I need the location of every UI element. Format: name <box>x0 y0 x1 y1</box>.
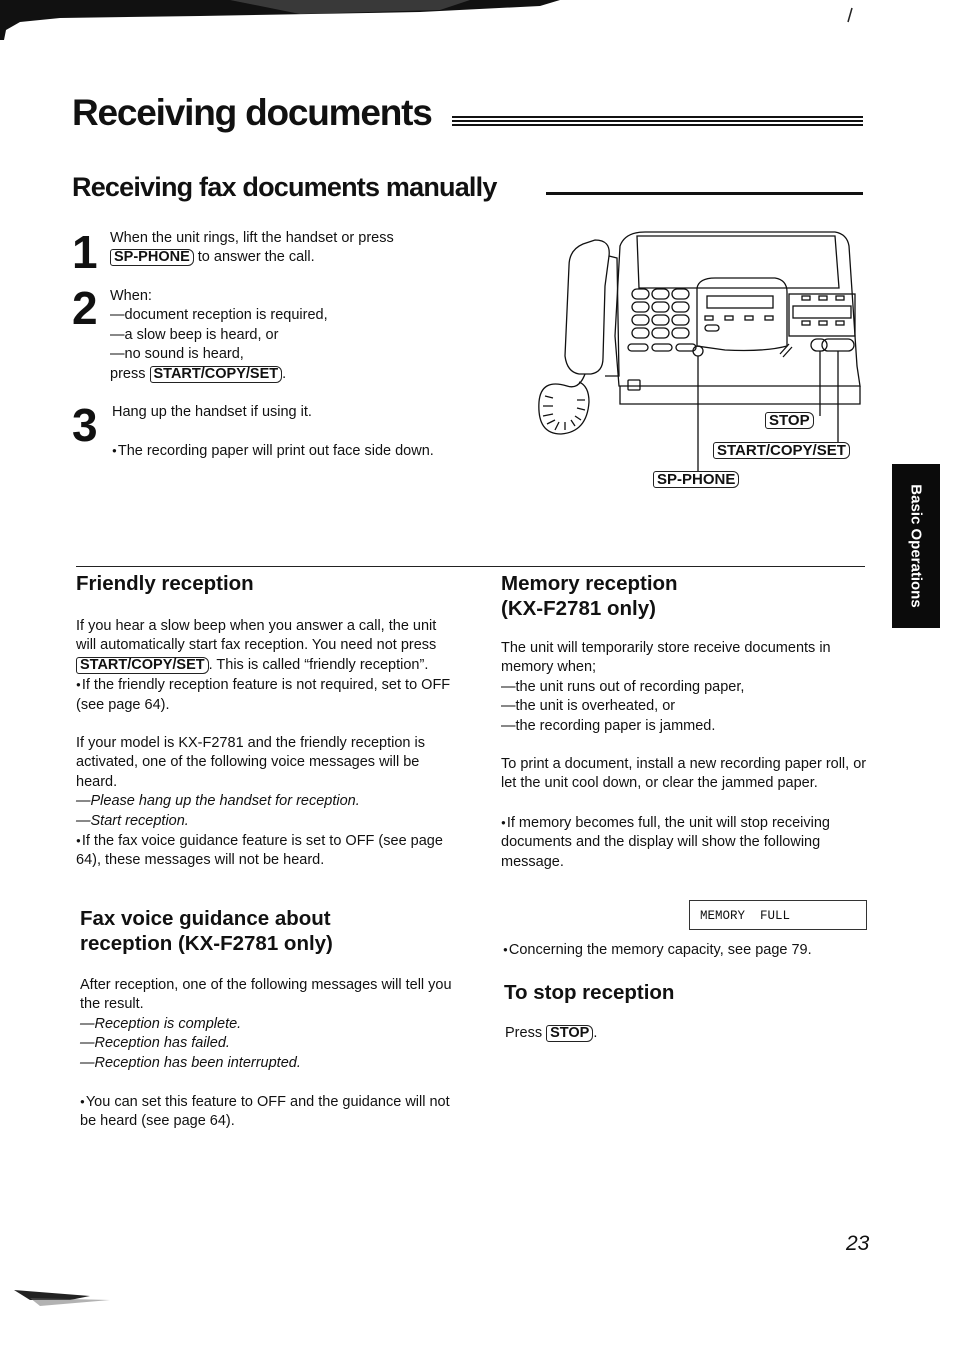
sp-phone-key: SP-PHONE <box>110 249 194 267</box>
stop-after: . <box>593 1025 598 1041</box>
title-rule <box>452 116 863 130</box>
step-2-item: —document reception is required, <box>110 307 328 324</box>
friendly-bullet-2: If the fax voice guidance feature is set… <box>76 831 456 871</box>
fax-machine-diagram: STOP START/COPY/SET SP-PHONE <box>538 231 861 488</box>
result-message: —Reception is complete. <box>80 1015 242 1032</box>
friendly-reception-section: Friendly reception If you hear a slow be… <box>76 571 456 871</box>
step-2-press-line: press START/COPY/SET. <box>110 365 470 384</box>
section-divider <box>76 566 865 567</box>
friendly-reception-heading: Friendly reception <box>76 572 254 595</box>
result-message: —Reception has been interrupted. <box>80 1054 301 1071</box>
stop-callout: STOP <box>765 412 814 429</box>
step-2-item: —a slow beep is heard, or <box>110 326 279 343</box>
friendly-p1-a: If you hear a slow beep when you answer … <box>76 618 437 654</box>
page-number: 23 <box>846 1232 870 1255</box>
voice-guidance-section: Fax voice guidance about reception (KX-F… <box>80 906 460 1132</box>
friendly-p1-b: . This is called “friendly reception”. <box>208 656 429 673</box>
step-2-after-key: . <box>282 365 287 382</box>
result-message: —Reception has failed. <box>80 1035 230 1052</box>
step-3-line: Hang up the handset if using it. <box>112 404 312 420</box>
scan-edge-top <box>0 0 853 40</box>
step-1-text: When the unit rings, lift the handset or… <box>110 229 470 268</box>
stop-key: STOP <box>546 1025 594 1042</box>
memory-bullet-2: Concerning the memory capacity, see page… <box>503 940 812 960</box>
start-copy-set-callout: START/COPY/SET <box>713 442 850 459</box>
memory-paragraph-2: To print a document, install a new recor… <box>501 756 867 792</box>
memory-condition: —the unit is overheated, or <box>501 698 676 715</box>
step-1-line: When the unit rings, lift the handset or… <box>110 230 394 246</box>
side-tab-label: Basic Operations <box>907 484 925 608</box>
section-title: Receiving fax documents manually <box>72 172 497 202</box>
friendly-paragraph-2: If your model is KX-F2781 and the friend… <box>76 735 425 790</box>
voice-message: —Please hang up the handset for receptio… <box>76 793 360 810</box>
friendly-bullet-1: If the friendly reception feature is not… <box>76 675 456 715</box>
memory-reception-section: Memory reception (KX-F2781 only) The uni… <box>501 571 871 872</box>
step-2-item: —no sound is heard, <box>110 346 244 363</box>
step-2-text: When: —document reception is required, —… <box>110 287 470 384</box>
voice-guidance-paragraph: After reception, one of the following me… <box>80 977 452 1013</box>
stop-reception-text: Press STOP. <box>505 1024 597 1043</box>
memory-bullet-1: If memory becomes full, the unit will st… <box>501 813 871 872</box>
memory-paragraph-1: The unit will temporarily store receive … <box>501 640 831 676</box>
step-number-2: 2 <box>72 282 98 334</box>
step-number-3: 3 <box>72 399 98 451</box>
sp-phone-callout: SP-PHONE <box>653 471 740 488</box>
start-copy-set-key: START/COPY/SET <box>76 656 209 674</box>
step-1-line-2: SP-PHONE to answer the call. <box>110 248 470 267</box>
section-side-tab: Basic Operations <box>892 464 940 628</box>
memory-heading-1: Memory reception <box>501 572 678 595</box>
stop-reception-heading: To stop reception <box>504 981 675 1004</box>
step-3-bullet: The recording paper will print out face … <box>112 441 452 461</box>
voice-message: —Start reception. <box>76 812 189 829</box>
step-3-text: Hang up the handset if using it. The rec… <box>112 403 452 462</box>
press-prefix: press <box>110 365 150 382</box>
memory-full-display: MEMORY FULL <box>689 900 867 930</box>
section-rule <box>546 192 863 195</box>
step-number-1: 1 <box>72 226 98 278</box>
start-copy-set-key: START/COPY/SET <box>149 365 283 383</box>
memory-condition: —the recording paper is jammed. <box>501 717 716 734</box>
friendly-paragraph-1: If you hear a slow beep when you answer … <box>76 617 456 675</box>
press-prefix: Press <box>505 1025 547 1041</box>
voice-guidance-bullet: You can set this feature to OFF and the … <box>80 1092 460 1132</box>
step-2-intro: When: <box>110 288 152 304</box>
step-1-after-key: to answer the call. <box>193 249 315 266</box>
voice-guidance-heading-1: Fax voice guidance about <box>80 907 331 930</box>
page-title: Receiving documents <box>72 92 433 133</box>
voice-guidance-heading-2: reception (KX-F2781 only) <box>80 932 333 955</box>
scan-edge-bottom <box>14 1290 110 1306</box>
memory-condition: —the unit runs out of recording paper, <box>501 678 745 695</box>
memory-heading-2: (KX-F2781 only) <box>501 597 656 620</box>
